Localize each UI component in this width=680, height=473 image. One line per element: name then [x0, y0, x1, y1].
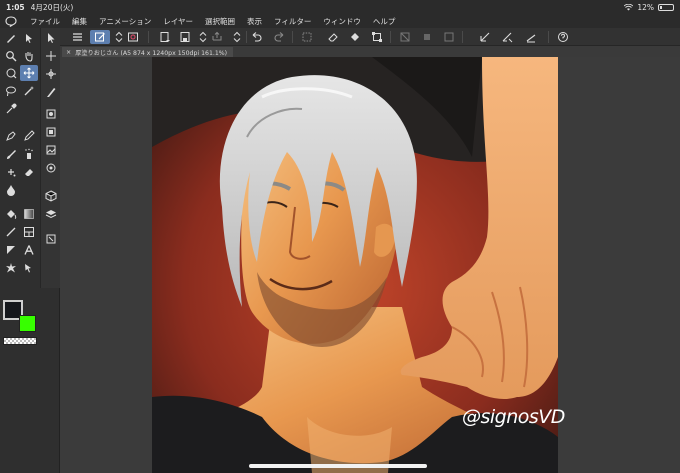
hand-tool-icon[interactable]	[20, 48, 38, 64]
sub-tool-transform-icon[interactable]	[44, 125, 58, 139]
sub-tool-box-icon[interactable]	[44, 189, 58, 203]
menu-layer[interactable]: レイヤー	[163, 16, 193, 27]
frame-border-icon[interactable]	[20, 224, 38, 240]
object-tool-icon[interactable]	[2, 65, 20, 81]
stepper-icon[interactable]	[112, 30, 126, 44]
sub-tool-select-icon[interactable]	[44, 31, 58, 45]
magic-wand-icon[interactable]	[20, 83, 38, 99]
airbrush-icon[interactable]	[20, 146, 38, 162]
menu-selection[interactable]: 選択範囲	[205, 16, 235, 27]
menu-edit[interactable]: 編集	[72, 16, 87, 27]
transparent-color-swatch[interactable]	[3, 337, 37, 345]
sub-tool-color-icon[interactable]	[44, 161, 58, 175]
hide-outside-icon[interactable]	[398, 30, 412, 44]
sub-tool-layer-icon[interactable]	[44, 107, 58, 121]
document-tab-bar: × 厚塗りおじさん (A5 874 x 1240px 150dpi 161.1%…	[60, 46, 680, 57]
menu-help[interactable]: ヘルプ	[373, 16, 396, 27]
text-tool-icon[interactable]	[20, 242, 38, 258]
tool-panel	[0, 28, 60, 473]
eraser-icon[interactable]	[20, 164, 38, 180]
sub-tool-image-icon[interactable]	[44, 143, 58, 157]
ruler-tool-icon[interactable]	[2, 242, 20, 258]
command-separator	[148, 31, 149, 43]
redo-icon[interactable]	[272, 30, 286, 44]
undo-icon[interactable]	[250, 30, 264, 44]
operation-tool-icon[interactable]	[20, 30, 38, 46]
stepper-2-icon[interactable]	[230, 30, 244, 44]
fill-selection-icon[interactable]	[348, 30, 362, 44]
command-separator	[462, 31, 463, 43]
sub-tool-stack-icon[interactable]	[44, 207, 58, 221]
help-icon[interactable]	[556, 30, 570, 44]
sub-tool-move-icon[interactable]	[44, 49, 58, 63]
balloon-tool-icon[interactable]	[2, 260, 20, 276]
figure-tool-icon[interactable]	[2, 224, 20, 240]
home-indicator[interactable]	[249, 464, 427, 468]
clip-studio-logo-icon[interactable]	[4, 15, 18, 27]
battery-icon	[658, 3, 674, 11]
snap-special-ruler-icon[interactable]	[500, 30, 514, 44]
artist-signature: @signosVD	[462, 406, 565, 428]
pencil-icon[interactable]	[20, 128, 38, 144]
lasso-tool-icon[interactable]	[2, 83, 20, 99]
snap-grid-icon[interactable]	[524, 30, 538, 44]
status-right: 12%	[624, 3, 674, 12]
status-bar: 1:05 4月20日(火) 12%	[0, 0, 680, 14]
crop-icon[interactable]	[420, 30, 434, 44]
command-separator	[390, 31, 391, 43]
document-tab-label: 厚塗りおじさん (A5 874 x 1240px 150dpi 161.1%)	[75, 49, 228, 57]
close-icon[interactable]: ×	[66, 49, 71, 56]
menu-window[interactable]: ウィンドウ	[323, 16, 361, 27]
zoom-tool-icon[interactable]	[2, 48, 20, 64]
battery-percent: 12%	[637, 2, 654, 12]
hamburger-menu-icon[interactable]	[70, 30, 84, 44]
new-canvas-icon[interactable]	[158, 30, 172, 44]
sub-tool-rotate-icon[interactable]	[44, 67, 58, 81]
pen-nib-icon[interactable]	[2, 128, 20, 144]
sub-tool-brush-icon[interactable]	[44, 85, 58, 99]
menu-file[interactable]: ファイル	[30, 16, 60, 27]
blend-tool-icon[interactable]	[2, 182, 20, 198]
eyedropper-icon[interactable]	[2, 101, 20, 117]
deselect-icon[interactable]	[300, 30, 314, 44]
command-separator	[246, 31, 247, 43]
document-tab[interactable]: × 厚塗りおじさん (A5 874 x 1240px 150dpi 161.1%…	[62, 47, 234, 57]
upload-icon[interactable]	[210, 30, 224, 44]
menu-bar: ファイル 編集 アニメーション レイヤー 選択範囲 表示 フィルター ウィンドウ…	[0, 14, 680, 28]
correct-line-icon[interactable]	[20, 260, 38, 276]
pen-tool-icon[interactable]	[2, 30, 20, 46]
edit-mode-icon[interactable]	[90, 30, 110, 44]
clear-icon[interactable]	[326, 30, 340, 44]
snap-ruler-icon[interactable]	[478, 30, 492, 44]
command-separator	[548, 31, 549, 43]
sub-tool-column	[40, 28, 60, 288]
wifi-icon	[624, 3, 634, 11]
save-icon[interactable]	[178, 30, 192, 44]
move-tool-icon[interactable]	[20, 65, 38, 81]
sub-color-swatch[interactable]	[19, 315, 36, 332]
selection-layer-icon[interactable]	[442, 30, 456, 44]
fill-tool-icon[interactable]	[2, 206, 20, 222]
menu-animation[interactable]: アニメーション	[99, 16, 151, 27]
save-stepper-icon[interactable]	[196, 30, 210, 44]
menu-view[interactable]: 表示	[247, 16, 262, 27]
companion-mode-icon[interactable]	[126, 30, 140, 44]
transform-icon[interactable]	[370, 30, 384, 44]
brush-icon[interactable]	[2, 146, 20, 162]
status-date: 4月20日(火)	[30, 2, 74, 12]
menu-filter[interactable]: フィルター	[274, 16, 311, 27]
command-bar	[60, 28, 680, 46]
sub-tool-reference-icon[interactable]	[44, 232, 58, 246]
gradient-tool-icon[interactable]	[20, 206, 38, 222]
decoration-icon[interactable]	[2, 164, 20, 180]
command-separator	[292, 31, 293, 43]
status-time: 1:05	[6, 2, 25, 12]
